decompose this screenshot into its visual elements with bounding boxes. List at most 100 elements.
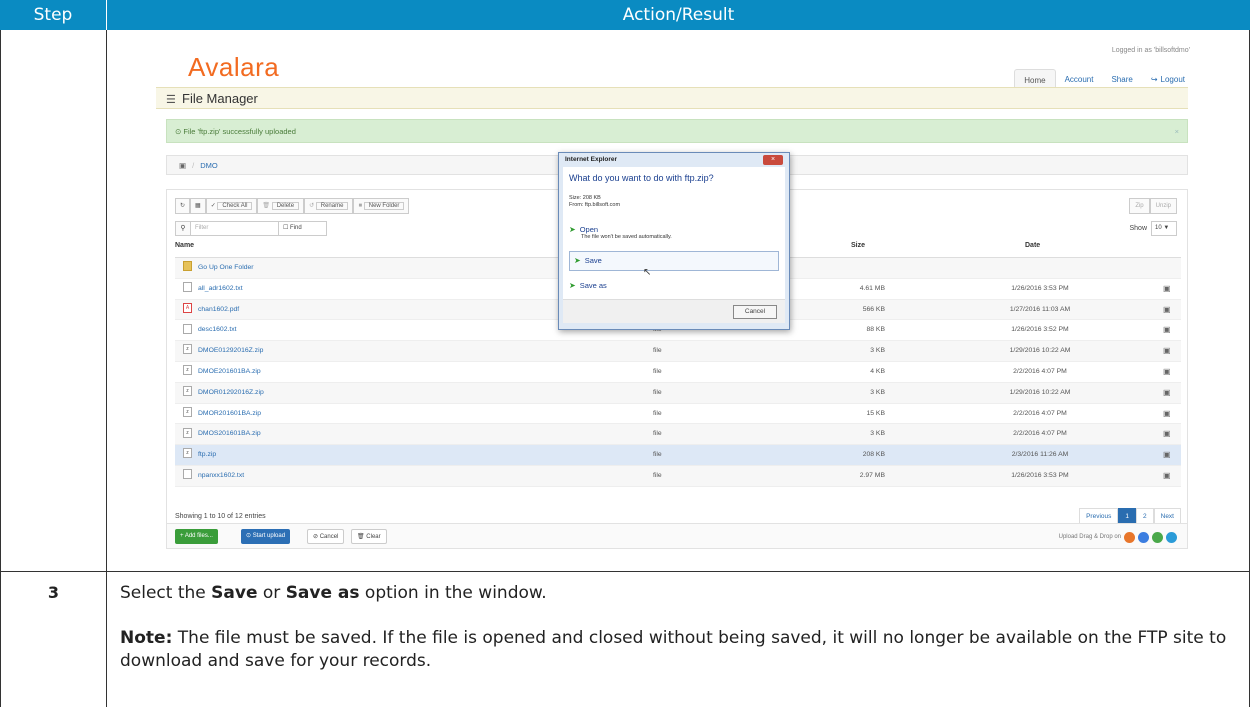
table-row[interactable]: z DMOR01292016Z.zip file 3 KB 1/29/2016 10:2… — [175, 382, 1181, 404]
delete-button[interactable]: 🗑 Delete — [257, 198, 305, 214]
file-name[interactable]: desc1602.txt — [183, 320, 237, 340]
col-size[interactable]: Size — [851, 242, 865, 249]
file-name[interactable]: Go Up One Folder — [183, 258, 254, 278]
file-type: file — [653, 451, 662, 459]
step-number: 3 — [47, 583, 60, 602]
zip-file-icon: z — [183, 344, 192, 355]
ie-icon — [1166, 531, 1177, 543]
table-row[interactable]: z DMOS201601BA.zip file 3 KB 2/2/2016 4:07 P… — [175, 424, 1181, 446]
page-title: File Manager — [182, 91, 258, 106]
breadcrumb-dmo[interactable]: DMO — [200, 161, 218, 170]
show-entries: Show 10 ▼ — [1129, 221, 1177, 236]
start-upload-button[interactable]: ⊙ Start upload — [241, 529, 291, 544]
zip-file-icon: z — [183, 427, 192, 438]
info-icon[interactable]: ▣ — [1163, 341, 1171, 361]
file-toolbar: ↻ ▦ ✓ Check All 🗑 Delete ↺ Rename ■ New … — [175, 198, 410, 214]
list-icon: ☰ — [166, 94, 176, 106]
info-icon[interactable]: ▣ — [1163, 279, 1171, 299]
filter-input[interactable]: Filter — [191, 221, 279, 236]
image-icon[interactable]: ▦ — [190, 198, 206, 214]
file-name[interactable]: all_adr1602.txt — [183, 279, 243, 299]
file-type: file — [653, 471, 662, 479]
file-date: 1/26/2016 3:53 PM — [1011, 284, 1069, 292]
col-name[interactable]: Name — [175, 242, 194, 249]
file-size: 208 KB — [862, 451, 885, 459]
show-select[interactable]: 10 ▼ — [1151, 221, 1177, 236]
table-header: Step Action/Result — [0, 0, 1250, 30]
dialog-cancel-button[interactable]: Cancel — [733, 305, 777, 319]
table-row[interactable]: z DMOE01292016Z.zip file 3 KB 1/29/2016 10:2… — [175, 341, 1181, 362]
file-name[interactable]: Achan1602.pdf — [183, 300, 239, 320]
dialog-open-option[interactable]: ➤ Open The file won't be saved automatica… — [569, 225, 779, 240]
col-date[interactable]: Date — [1025, 242, 1040, 249]
zip-file-icon: z — [183, 385, 192, 396]
add-files-button[interactable]: + Add files... — [175, 529, 218, 544]
dialog-save-as-option[interactable]: ➤ Save as — [569, 281, 779, 290]
pdf-file-icon: A — [183, 302, 192, 313]
file-type: file — [653, 347, 662, 355]
info-icon[interactable]: ▣ — [1163, 466, 1171, 486]
check-all-button[interactable]: ✓ Check All — [205, 198, 258, 214]
table-row[interactable]: z DMOR201601BA.zip file 15 KB 2/2/2016 4:07 … — [175, 404, 1181, 425]
refresh-icon[interactable]: ↻ — [175, 198, 191, 214]
info-icon[interactable]: ▣ — [1163, 445, 1171, 465]
close-icon[interactable]: × — [1175, 120, 1179, 144]
dialog-save-option[interactable]: ➤ Save — [569, 251, 779, 271]
cancel-upload-button[interactable]: ⊘ Cancel — [307, 529, 345, 544]
file-size: 2.97 MB — [859, 471, 885, 479]
clear-button[interactable]: 🗑 Clear — [351, 529, 387, 544]
table-row[interactable]: z ftp.zip file 208 KB 2/3/2016 11:26 AM ▣ — [175, 445, 1181, 466]
arrow-icon: ➤ — [569, 225, 576, 234]
file-name[interactable]: z DMOE201601BA.zip — [183, 362, 261, 382]
table-row-divider — [0, 571, 1250, 572]
file-name[interactable]: z DMOE01292016Z.zip — [183, 341, 263, 361]
dialog-file-info: Size: 208 KB From: ftp.billsoft.com — [569, 195, 621, 208]
search-icon: ⚲ — [175, 221, 191, 236]
txt-file-icon — [183, 469, 192, 480]
note-label: Note: — [120, 628, 173, 648]
file-size: 3 KB — [870, 430, 885, 438]
file-date: 1/26/2016 3:52 PM — [1011, 326, 1069, 334]
file-size: 4 KB — [870, 367, 885, 375]
zip-toolbar: Zip Unzip — [1129, 198, 1177, 214]
dialog-title: Internet Explorer — [565, 156, 618, 163]
success-alert: ⊙ File 'ftp.zip' successfully uploaded × — [166, 119, 1188, 143]
mouse-cursor-icon: ↖ — [643, 267, 652, 278]
info-icon[interactable]: ▣ — [1163, 300, 1171, 320]
file-type: file — [653, 388, 662, 396]
info-icon[interactable]: ▣ — [1163, 383, 1171, 403]
info-icon[interactable]: ▣ — [1163, 404, 1171, 424]
save-keyword: Save — [211, 583, 258, 603]
info-icon[interactable]: ▣ — [1163, 320, 1171, 340]
dialog-close-icon[interactable]: × — [763, 155, 783, 165]
step-instruction: Select the Save or Save as option in the… — [120, 583, 1227, 671]
find-checkbox[interactable]: ☐ Find — [279, 221, 327, 236]
info-icon[interactable]: ▣ — [1163, 362, 1171, 382]
file-size: 88 KB — [866, 326, 885, 334]
file-name[interactable]: z ftp.zip — [183, 445, 216, 465]
entries-info: Showing 1 to 10 of 12 entries — [175, 513, 266, 520]
file-date: 2/2/2016 4:07 PM — [1013, 430, 1067, 438]
dialog-question: What do you want to do with ftp.zip? — [569, 173, 714, 183]
txt-file-icon — [183, 323, 192, 334]
new-folder-button[interactable]: ■ New Folder — [353, 198, 410, 214]
zip-file-icon: z — [183, 406, 192, 417]
chrome-icon — [1138, 531, 1149, 543]
unzip-button[interactable]: Unzip — [1149, 198, 1177, 214]
home-icon[interactable]: ▣ — [179, 161, 186, 170]
rename-button[interactable]: ↺ Rename — [304, 198, 354, 214]
avalara-logo: Avalara — [188, 52, 280, 82]
file-date: 2/2/2016 4:07 PM — [1013, 367, 1067, 375]
file-name[interactable]: npanxx1602.txt — [183, 466, 244, 486]
info-icon[interactable]: ▣ — [1163, 424, 1171, 444]
safari-icon — [1152, 531, 1163, 543]
table-border-left — [0, 30, 1, 707]
zip-button[interactable]: Zip — [1129, 198, 1150, 214]
table-row[interactable]: npanxx1602.txt file 2.97 MB 1/26/2016 3:53 … — [175, 465, 1181, 487]
file-name[interactable]: z DMOS201601BA.zip — [183, 424, 261, 444]
header-action-result: Action/Result — [622, 5, 735, 25]
file-name[interactable]: z DMOR01292016Z.zip — [183, 383, 264, 403]
file-type: file — [653, 409, 662, 417]
file-name[interactable]: z DMOR201601BA.zip — [183, 404, 261, 424]
table-row[interactable]: z DMOE201601BA.zip file 4 KB 2/2/2016 4:07 P… — [175, 362, 1181, 383]
